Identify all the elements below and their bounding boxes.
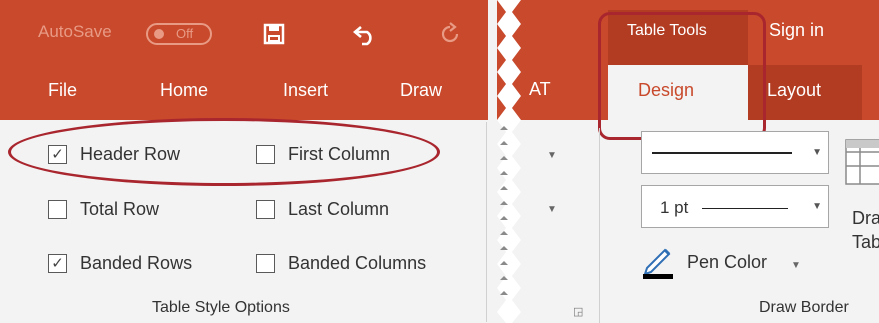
group-divider: [486, 122, 487, 322]
save-icon[interactable]: [262, 22, 286, 46]
draw-borders-group-label: Draw Border: [759, 299, 849, 316]
draw-table-label-line1: Dra: [852, 208, 879, 228]
last-column-label: Last Column: [288, 199, 390, 219]
chevron-down-icon: ▼: [812, 147, 822, 158]
table-style-options-group-label: Table Style Options: [152, 299, 290, 316]
tab-insert[interactable]: Insert: [283, 80, 328, 101]
tab-home[interactable]: Home: [160, 80, 208, 101]
pen-weight-dropdown[interactable]: 1 pt ▼: [641, 185, 829, 228]
right-screenshot-panel: Table Tools Sign in AT Design Layout ▼ ▼…: [521, 0, 879, 323]
chevron-down-icon: ▼: [812, 201, 822, 212]
total-row-checkbox[interactable]: [48, 200, 67, 219]
banded-rows-checkbox[interactable]: ✓: [48, 254, 67, 273]
tab-layout-label: Layout: [767, 80, 822, 100]
highlight-ellipse: [8, 118, 440, 186]
pen-style-dropdown[interactable]: ▼: [641, 131, 829, 174]
tab-draw[interactable]: Draw: [400, 80, 442, 101]
dialog-launcher-icon[interactable]: ◲: [573, 305, 583, 318]
autosave-label: AutoSave: [38, 22, 112, 41]
tab-partial[interactable]: AT: [529, 79, 551, 100]
sign-in-link[interactable]: Sign in: [769, 20, 824, 41]
pen-color-button[interactable]: Pen Color: [687, 252, 767, 273]
draw-table-icon[interactable]: [844, 138, 879, 186]
autosave-toggle[interactable]: Off: [146, 23, 212, 45]
toggle-knob: [154, 29, 164, 39]
banded-columns-label: Banded Columns: [288, 253, 427, 273]
highlight-rectangle: [598, 12, 766, 140]
pen-weight-line: [702, 208, 788, 209]
left-screenshot-panel: AutoSave Off File Home Insert Draw ✓ Hea…: [0, 0, 497, 323]
autosave-state: Off: [176, 26, 194, 41]
undo-icon[interactable]: [352, 22, 378, 46]
group-divider: [599, 128, 600, 323]
pen-style-line: [652, 152, 792, 154]
scroll-down-arrow[interactable]: ▼: [547, 204, 557, 215]
redo-icon[interactable]: [438, 22, 462, 46]
draw-table-label-line2: Tab: [852, 232, 879, 252]
banded-rows-label: Banded Rows: [80, 253, 193, 273]
last-column-checkbox[interactable]: [256, 200, 275, 219]
pen-weight-value: 1 pt: [660, 198, 689, 217]
banded-columns-checkbox[interactable]: [256, 254, 275, 273]
scroll-up-arrow[interactable]: ▼: [547, 150, 557, 161]
tab-file[interactable]: File: [48, 80, 77, 101]
pen-color-dropdown-icon[interactable]: ▼: [791, 260, 801, 271]
total-row-label: Total Row: [80, 199, 160, 219]
pen-color-icon[interactable]: [641, 244, 681, 280]
